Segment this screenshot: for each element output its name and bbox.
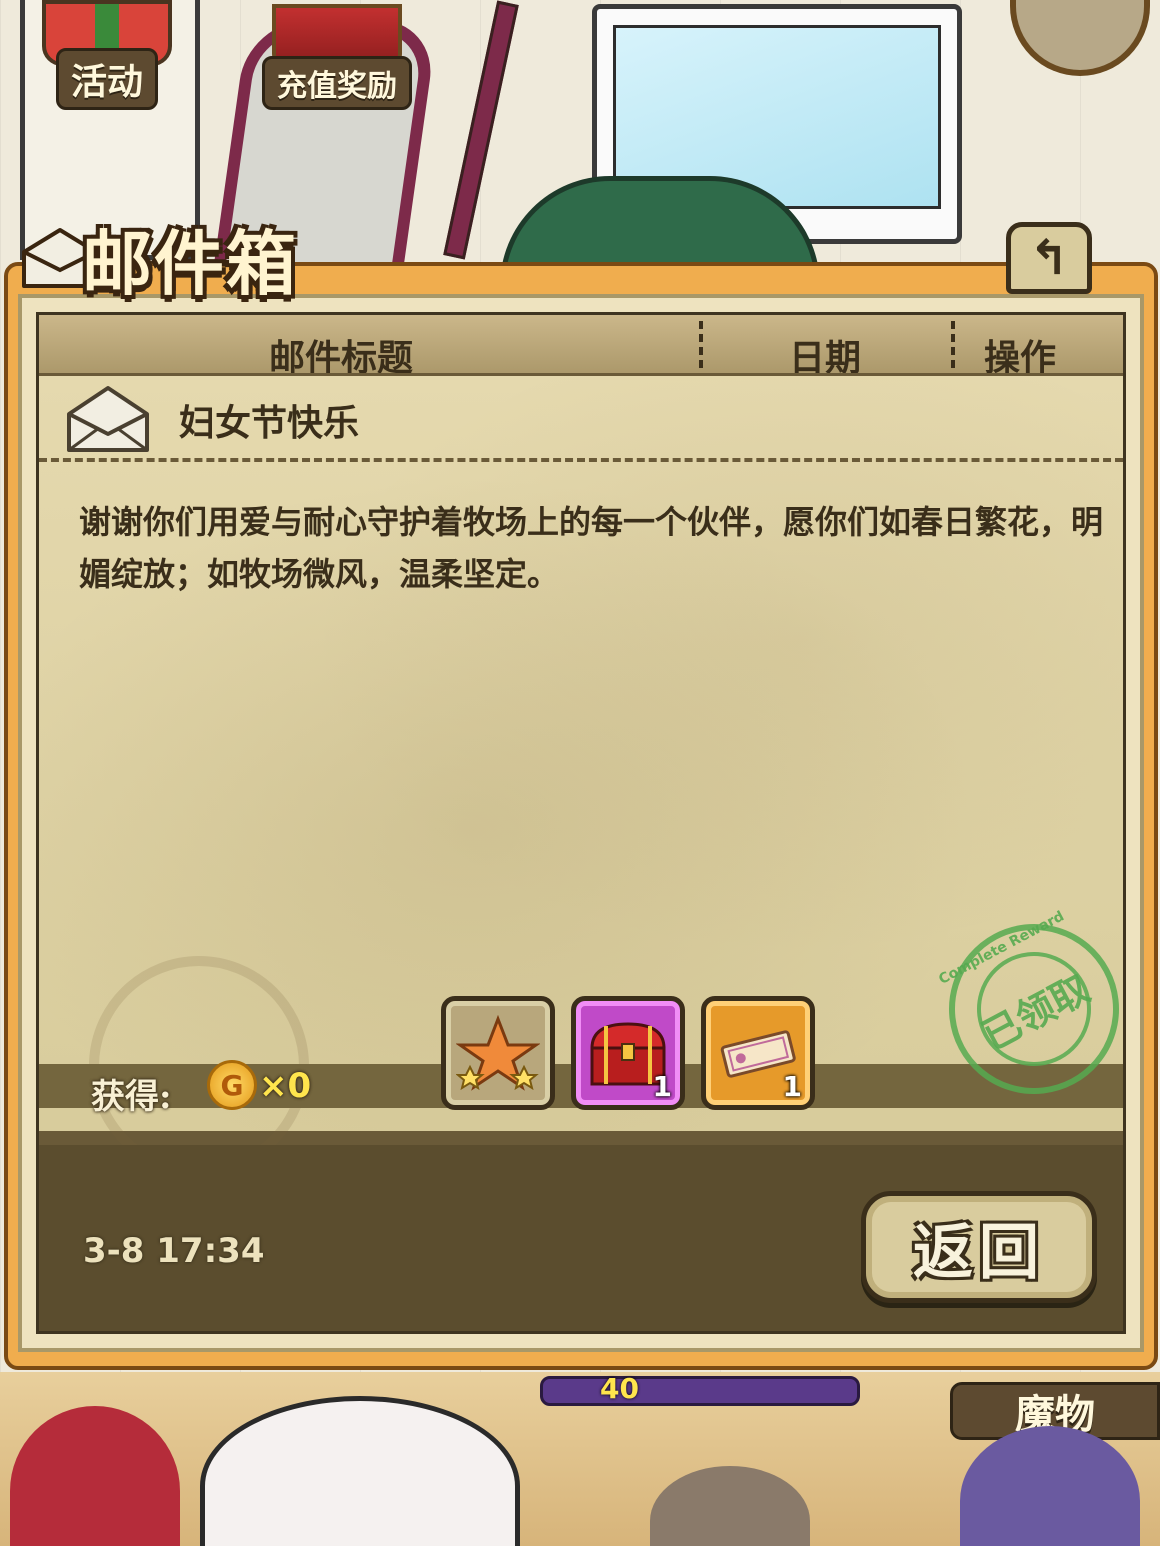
star-cluster-icon <box>456 1015 540 1091</box>
mail-date: 3-8 17:34 <box>83 1231 265 1271</box>
bottom-character-bar: 40 魔物 <box>0 1372 1160 1546</box>
mailbox-title: 邮件箱 <box>82 222 298 305</box>
mailbox-content: 邮件标题 日期 操作 妇女节快乐 谢谢你们用爱与耐心守护着牧场上的每一个伙伴，愿… <box>36 312 1149 1334</box>
column-header-title: 邮件标题 <box>269 337 414 379</box>
mail-title-row: 妇女节快乐 <box>39 376 1123 462</box>
mail-footer: 3-8 17:34 返回 <box>39 1145 1123 1331</box>
stamp-text: 已领取 <box>974 965 1097 1059</box>
stamp-ring-text: Complete Reward <box>936 908 1067 988</box>
back-button-label: 返回 <box>913 1217 1045 1288</box>
attachment-slot-ticket[interactable]: 1 <box>701 996 815 1110</box>
back-button[interactable]: 返回 <box>861 1191 1097 1303</box>
activity-label: 活动 <box>55 48 158 110</box>
mailbox-panel: 邮件标题 日期 操作 妇女节快乐 谢谢你们用爱与耐心守护着牧场上的每一个伙伴，愿… <box>4 262 1158 1370</box>
column-header-action: 操作 <box>984 337 1057 379</box>
attachment-slot-chest[interactable]: 1 <box>571 996 685 1110</box>
recharge-reward-button[interactable]: 充值奖励 <box>252 0 422 110</box>
column-divider <box>951 321 955 381</box>
level-value: 40 <box>600 1372 639 1405</box>
coin-count: ×0 <box>259 1066 312 1106</box>
attachment-count: 1 <box>652 1070 672 1103</box>
mail-detail-view: 妇女节快乐 谢谢你们用爱与耐心守护着牧场上的每一个伙伴，愿你们如春日繁花，明媚绽… <box>39 373 1149 1176</box>
character-portrait[interactable] <box>960 1426 1140 1546</box>
attachment-count: 1 <box>782 1070 802 1103</box>
open-envelope-icon <box>67 386 149 452</box>
mailbox-title-banner: 邮件箱 <box>10 196 350 306</box>
gold-coin-icon: G <box>207 1060 257 1110</box>
column-header-date: 日期 <box>789 337 862 379</box>
column-divider <box>699 321 703 381</box>
activity-button[interactable]: 活动 <box>22 0 192 110</box>
attachment-slot-star[interactable] <box>441 996 555 1110</box>
mailbox-panel-frame: 邮件标题 日期 操作 妇女节快乐 谢谢你们用爱与耐心守护着牧场上的每一个伙伴，愿… <box>18 294 1149 1352</box>
character-portrait[interactable] <box>650 1466 810 1546</box>
character-portrait[interactable] <box>200 1396 520 1546</box>
mail-body-text: 谢谢你们用爱与耐心守护着牧场上的每一个伙伴，愿你们如春日繁花，明媚绽放；如牧场微… <box>79 503 1104 593</box>
character-portrait[interactable] <box>10 1406 180 1546</box>
return-arrow-icon[interactable]: ↰ <box>1006 222 1092 294</box>
level-progress-bar <box>540 1376 860 1406</box>
recharge-label: 充值奖励 <box>262 56 412 110</box>
obtain-label: 获得: <box>91 1077 172 1117</box>
mail-subject: 妇女节快乐 <box>179 403 360 444</box>
